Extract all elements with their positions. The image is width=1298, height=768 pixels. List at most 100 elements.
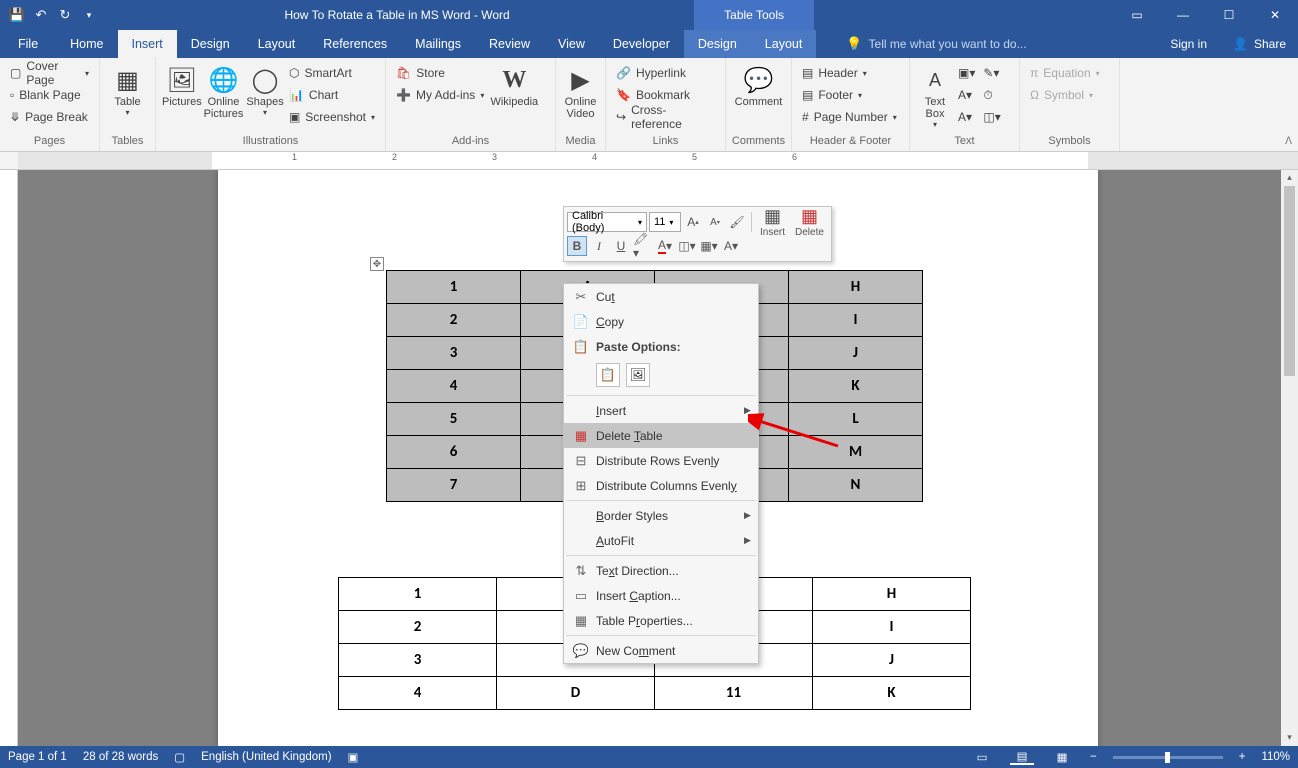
table-button[interactable]: ▦Table▾ [106, 62, 149, 117]
table-cell[interactable]: N [789, 469, 923, 502]
shading-button[interactable]: ◫▾ [677, 236, 697, 256]
ctx-border-styles[interactable]: Border Styles▶ [564, 503, 758, 528]
ruler-horizontal[interactable]: 1 2 3 4 5 6 [0, 152, 1298, 170]
status-spellcheck-icon[interactable]: ▢ [174, 750, 185, 764]
ctx-table-properties[interactable]: ▦Table Properties... [564, 608, 758, 633]
vertical-scrollbar[interactable]: ▴ ▾ [1281, 170, 1298, 746]
paste-keep-formatting-button[interactable]: 📋 [596, 363, 620, 387]
table-cell[interactable]: J [789, 337, 923, 370]
shapes-button[interactable]: ◯Shapes▾ [245, 62, 285, 117]
cover-page-button[interactable]: ▢Cover Page▾ [6, 62, 93, 84]
tab-developer[interactable]: Developer [599, 30, 684, 58]
tab-review[interactable]: Review [475, 30, 544, 58]
table-cell[interactable]: I [813, 611, 971, 644]
maximize-button[interactable]: ☐ [1206, 0, 1252, 30]
table-cell[interactable]: 3 [339, 644, 497, 677]
font-size-select[interactable]: 11▾ [649, 212, 681, 232]
highlight-button[interactable]: 🖍▾ [633, 236, 653, 256]
close-button[interactable]: ✕ [1252, 0, 1298, 30]
view-web-layout[interactable]: ▦ [1050, 750, 1074, 764]
bold-button[interactable]: B [567, 236, 587, 256]
tab-table-layout[interactable]: Layout [751, 30, 817, 58]
styles-button[interactable]: A▾ [721, 236, 741, 256]
tab-insert[interactable]: Insert [118, 30, 177, 58]
format-painter-button[interactable]: 🖌 [727, 212, 747, 232]
zoom-slider[interactable] [1113, 756, 1223, 759]
tab-references[interactable]: References [309, 30, 401, 58]
table-cell[interactable]: 1 [387, 271, 521, 304]
table-cell[interactable]: K [813, 677, 971, 710]
view-print-layout[interactable]: ▤ [1010, 749, 1034, 765]
ctx-delete-table[interactable]: ▦Delete Table [564, 423, 758, 448]
pictures-button[interactable]: 🖼Pictures [162, 62, 202, 108]
screenshot-button[interactable]: ▣Screenshot▾ [285, 106, 379, 128]
paste-picture-button[interactable]: 🖼 [626, 363, 650, 387]
status-macro-icon[interactable]: ▣ [348, 750, 359, 764]
signature-line-button[interactable]: ✎▾ [979, 62, 1004, 84]
table-cell[interactable]: K [789, 370, 923, 403]
table-move-handle[interactable]: ✥ [370, 257, 384, 271]
table-cell[interactable]: 3 [387, 337, 521, 370]
grow-font-button[interactable]: A▴ [683, 212, 703, 232]
redo-button[interactable]: ↻ [54, 4, 76, 26]
zoom-in-button[interactable]: + [1239, 751, 1246, 763]
ruler-vertical[interactable] [0, 170, 18, 746]
italic-button[interactable]: I [589, 236, 609, 256]
page-number-button[interactable]: #Page Number▾ [798, 106, 901, 128]
table-cell[interactable]: 1 [339, 578, 497, 611]
tab-file[interactable]: File [0, 30, 56, 58]
footer-button[interactable]: ▤Footer▾ [798, 84, 901, 106]
collapse-ribbon-button[interactable]: ᐱ [1285, 136, 1292, 147]
text-box-button[interactable]: AText Box▾ [916, 62, 954, 129]
table-cell[interactable]: 4 [339, 677, 497, 710]
table-cell[interactable]: 4 [387, 370, 521, 403]
ctx-cut[interactable]: ✂Cut [564, 284, 758, 309]
zoom-level[interactable]: 110% [1261, 751, 1290, 763]
tab-view[interactable]: View [544, 30, 599, 58]
tab-design[interactable]: Design [177, 30, 244, 58]
table-cell[interactable]: 2 [387, 304, 521, 337]
ctx-distribute-columns[interactable]: ⊞Distribute Columns Evenly [564, 473, 758, 498]
table-cell[interactable]: J [813, 644, 971, 677]
table-cell[interactable]: I [789, 304, 923, 337]
qat-customize-button[interactable]: ▾ [78, 4, 100, 26]
share-button[interactable]: 👤 Share [1221, 30, 1298, 58]
blank-page-button[interactable]: ▫Blank Page [6, 84, 93, 106]
status-words[interactable]: 28 of 28 words [83, 751, 158, 763]
hyperlink-button[interactable]: 🔗Hyperlink [612, 62, 719, 84]
ribbon-display-button[interactable]: ▭ [1114, 0, 1160, 30]
table-cell[interactable]: H [789, 271, 923, 304]
ctx-copy[interactable]: 📄Copy [564, 309, 758, 334]
store-button[interactable]: 🛍Store [392, 62, 488, 84]
chart-button[interactable]: 📊Chart [285, 84, 379, 106]
minimize-button[interactable]: — [1160, 0, 1206, 30]
table-cell[interactable]: 11 [655, 677, 813, 710]
borders-button[interactable]: ▦▾ [699, 236, 719, 256]
date-time-button[interactable]: ⏱ [979, 84, 1004, 106]
ctx-distribute-rows[interactable]: ⊟Distribute Rows Evenly [564, 448, 758, 473]
shrink-font-button[interactable]: A▾ [705, 212, 725, 232]
underline-button[interactable]: U [611, 236, 631, 256]
tab-layout[interactable]: Layout [244, 30, 310, 58]
equation-button[interactable]: πEquation▾ [1026, 62, 1104, 84]
online-video-button[interactable]: ▶Online Video [562, 62, 599, 120]
zoom-out-button[interactable]: − [1090, 751, 1097, 763]
document-area[interactable]: ✥ 1 A H 2 I 3 J [18, 170, 1298, 746]
table-cell[interactable]: 6 [387, 436, 521, 469]
symbol-button[interactable]: ΩSymbol▾ [1026, 84, 1104, 106]
drop-cap-button[interactable]: A▾ [954, 106, 979, 128]
ctx-new-comment[interactable]: 💬New Comment [564, 638, 758, 663]
quick-parts-button[interactable]: ▣▾ [954, 62, 979, 84]
tell-me-search[interactable]: 💡 Tell me what you want to do... [816, 30, 1156, 58]
table-cell[interactable]: H [813, 578, 971, 611]
header-button[interactable]: ▤Header▾ [798, 62, 901, 84]
online-pictures-button[interactable]: 🌐Online Pictures [202, 62, 245, 120]
ctx-text-direction[interactable]: ⇅Text Direction... [564, 558, 758, 583]
view-read-mode[interactable]: ▭ [970, 750, 994, 764]
object-button[interactable]: ◫▾ [979, 106, 1004, 128]
wikipedia-button[interactable]: WWikipedia [488, 62, 540, 108]
ctx-insert-caption[interactable]: ▭Insert Caption... [564, 583, 758, 608]
status-language[interactable]: English (United Kingdom) [201, 751, 331, 763]
cross-reference-button[interactable]: ↪Cross-reference [612, 106, 719, 128]
undo-button[interactable]: ↶ [30, 4, 52, 26]
